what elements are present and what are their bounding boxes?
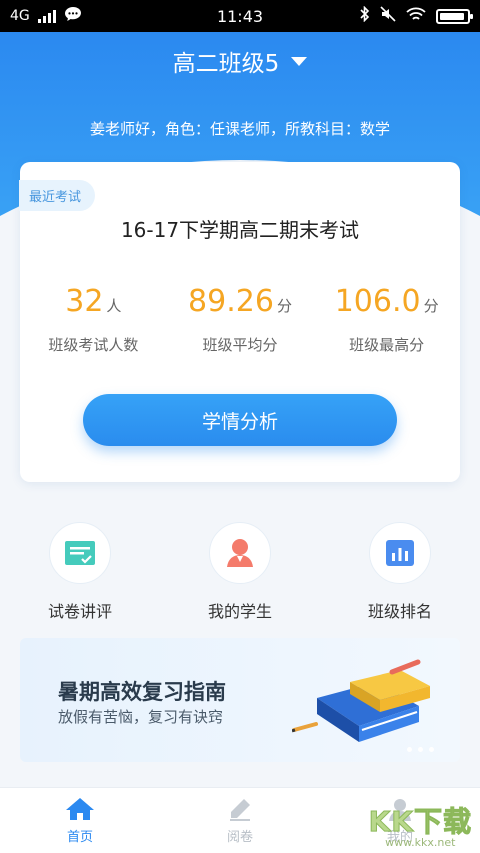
quick-action-my-students[interactable]: 我的学生: [160, 522, 320, 622]
exam-review-icon: [49, 522, 111, 584]
stat-unit: 分: [276, 297, 292, 315]
teacher-info: 姜老师好，角色：任课老师，所教科目：数学: [89, 120, 390, 138]
exam-name: 16-17下学期高二期末考试: [120, 218, 360, 242]
quick-action-label: 我的学生: [207, 602, 272, 621]
stat-average: 89.26 分 班级平均分: [167, 282, 314, 355]
stat-unit: 人: [106, 297, 122, 315]
status-bar: 4G 11:43: [0, 0, 480, 32]
tab-label: 阅卷: [226, 829, 253, 845]
stat-participants: 32 人 班级考试人数: [20, 282, 167, 355]
tab-label: 我的: [386, 829, 413, 845]
quick-action-exam-review[interactable]: 试卷讲评: [0, 522, 160, 622]
bottom-tab-bar: 首页 阅卷 我的: [0, 787, 480, 853]
stat-value: 89.26: [188, 284, 274, 319]
recent-exam-card: 最近考试 16-17下学期高二期末考试 32 人 班级考试人数 89.26 分 班级…: [19, 162, 460, 482]
stat-unit: 分: [423, 297, 439, 315]
class-selector[interactable]: 高二班级5: [0, 44, 480, 78]
quick-actions: 试卷讲评 我的学生 班级排名: [0, 522, 480, 622]
learning-analysis-button[interactable]: 学情分析: [83, 394, 397, 446]
stat-label: 班级最高分: [349, 336, 425, 354]
profile-icon: [389, 798, 411, 821]
student-icon: [209, 522, 271, 584]
books-illustration: [292, 659, 430, 742]
home-icon: [66, 797, 94, 820]
stat-value: 106.0: [334, 284, 421, 319]
stat-label: 班级平均分: [202, 336, 278, 354]
chevron-down-icon: [291, 56, 308, 66]
stat-value: 32: [65, 284, 104, 319]
banner-subtitle: 放假有苦恼，复习有诀窍: [58, 708, 224, 726]
tab-home[interactable]: 首页: [0, 788, 160, 853]
exam-stats: 32 人 班级考试人数 89.26 分 班级平均分 106.0 分 班级最高分: [20, 282, 460, 355]
quick-action-label: 班级排名: [367, 602, 432, 621]
quick-action-label: 试卷讲评: [47, 602, 112, 621]
recent-exam-tag: 最近考试: [19, 180, 96, 211]
battery-icon: [436, 8, 473, 24]
quick-action-class-ranking[interactable]: 班级排名: [320, 522, 480, 622]
stat-label: 班级考试人数: [48, 336, 139, 354]
ranking-icon: [369, 522, 431, 584]
tab-profile[interactable]: 我的: [320, 788, 480, 853]
tab-grading[interactable]: 阅卷: [160, 788, 320, 853]
banner-title: 暑期高效复习指南: [58, 680, 226, 704]
stat-highest: 106.0 分 班级最高分: [313, 282, 460, 355]
carousel-dots: [407, 747, 434, 752]
status-time: 11:43: [216, 6, 264, 26]
class-name: 高二班级5: [172, 51, 280, 77]
pen-icon: [230, 798, 250, 821]
tab-label: 首页: [66, 829, 93, 845]
promo-banner[interactable]: 暑期高效复习指南 放假有苦恼，复习有诀窍: [20, 638, 460, 762]
